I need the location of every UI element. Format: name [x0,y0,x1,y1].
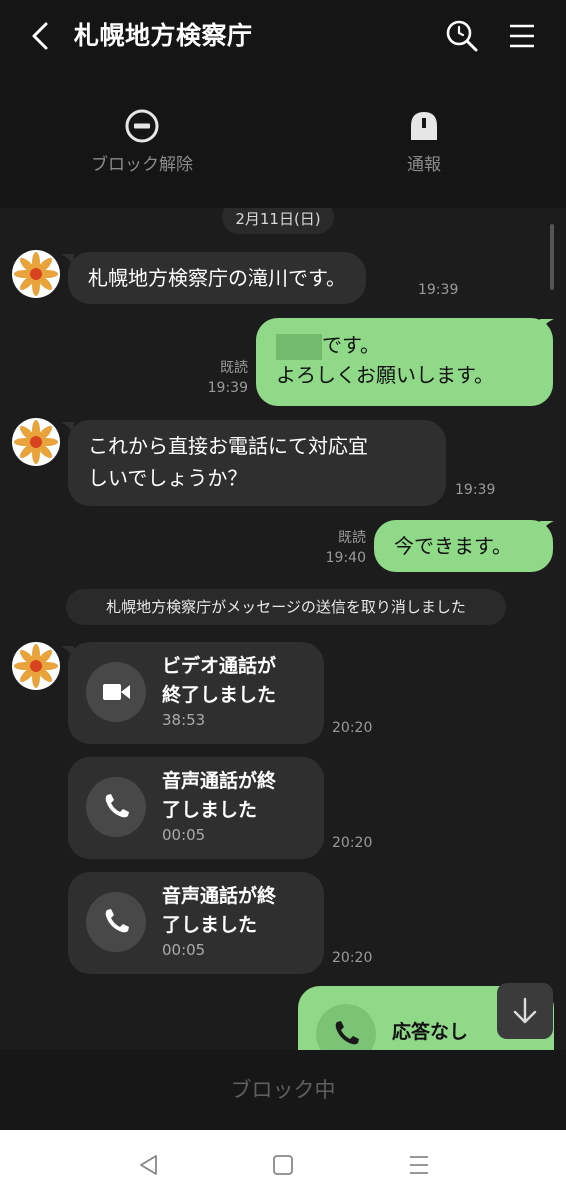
call-icon-circle [86,892,146,952]
bubble-tail [540,319,554,333]
date-separator: 2月11日(日) [222,208,334,234]
square-home-icon [273,1155,293,1175]
lines-recents-icon [410,1156,428,1174]
report-icon [411,112,437,140]
message-time: 19:39 [207,380,248,396]
call-title-line: 終了しました [162,684,277,706]
read-receipt: 既読 19:39 [198,358,248,398]
chat-header: 札幌地方検察庁 ブロック解除 通報 [0,0,566,208]
message-bubble-outgoing[interactable]: です。 よろしくお願いします。 [256,318,553,406]
search-icon [446,20,478,52]
unblock-label: ブロック解除 [91,155,193,175]
app-screen: 札幌地方検察庁 ブロック解除 通報 2月11日(日) 札幌地方検察庁の滝川です。… [0,0,566,1200]
call-title-line: 了しました [162,799,258,821]
message-line: です。 [276,330,533,360]
back-button[interactable] [26,18,58,54]
message-time: 20:20 [332,950,373,966]
nav-recents-button[interactable] [406,1152,432,1178]
message-time: 19:39 [418,282,459,298]
phone-icon [105,909,129,933]
message-time: 20:20 [332,835,373,851]
message-time: 19:40 [325,550,366,566]
unblock-button[interactable]: ブロック解除 [42,108,242,175]
message-bubble-incoming[interactable]: 札幌地方検察庁の滝川です。 [68,252,366,304]
message-text: しいでしょうか？ [88,466,248,490]
scroll-to-bottom-button[interactable] [497,983,553,1039]
avatar[interactable] [12,642,60,690]
search-button[interactable] [444,18,480,54]
chrysanthemum-avatar-icon [14,252,58,296]
call-record-card[interactable]: 音声通話が終 了しました 00:05 [68,872,324,974]
call-record-card[interactable]: 音声通話が終 了しました 00:05 [68,757,324,859]
phone-icon [335,1021,359,1045]
avatar[interactable] [12,418,60,466]
system-navigation-bar [0,1130,566,1200]
nav-home-button[interactable] [270,1152,296,1178]
call-duration: 38:53 [162,711,206,729]
chrysanthemum-avatar-icon [14,644,58,688]
unsent-notice: 札幌地方検察庁がメッセージの送信を取り消しました [66,589,506,625]
report-label: 通報 [407,155,441,175]
message-time: 20:20 [332,720,373,736]
phone-icon [105,794,129,818]
read-label: 既読 [338,530,366,546]
chat-title: 札幌地方検察庁 [74,21,253,50]
message-text: よろしくお願いします。 [276,363,494,387]
arrow-down-icon [513,997,537,1024]
unblock-icon [125,109,159,143]
report-button[interactable]: 通報 [324,108,524,175]
triangle-back-icon [140,1155,157,1175]
message-text: 今できます。 [394,534,512,558]
hamburger-menu-icon [510,24,534,48]
blocked-status-bar: ブロック中 [0,1050,566,1130]
video-icon [103,684,130,700]
message-text: です。 [322,333,380,357]
scrollbar[interactable] [550,224,554,290]
call-record-card[interactable]: ビデオ通話が 終了しました 38:53 [68,642,324,744]
message-bubble-incoming[interactable]: これから直接お電話にて対応宜 しいでしょうか？ [68,420,446,506]
call-title-line: 音声通話が終 [162,770,277,792]
chat-area[interactable]: 2月11日(日) 札幌地方検察庁の滝川です。 19:39 既読 19:39 です… [0,208,566,1050]
call-duration: 00:05 [162,826,206,844]
call-title: 音声通話が終 了しました [162,767,312,825]
call-icon-circle [86,662,146,722]
message-text: 札幌地方検察庁の滝川です。 [88,266,346,290]
redacted-name [276,333,322,360]
chevron-left-icon [32,22,48,50]
call-title: 音声通話が終 了しました [162,882,312,940]
call-title-line: 了しました [162,914,258,936]
call-icon-circle [86,777,146,837]
message-bubble-outgoing[interactable]: 今できます。 [374,520,553,572]
message-text: これから直接お電話にて対応宜 [88,434,368,458]
read-label: 既読 [220,360,248,376]
call-title-line: ビデオ通話が [162,655,277,677]
read-receipt: 既読 19:40 [318,528,366,568]
call-duration: 00:05 [162,941,206,959]
chrysanthemum-avatar-icon [14,420,58,464]
call-title-line: 音声通話が終 [162,885,277,907]
call-title: ビデオ通話が 終了しました [162,652,312,710]
menu-button[interactable] [506,20,538,52]
avatar[interactable] [12,250,60,298]
message-time: 19:39 [455,482,496,498]
nav-back-button[interactable] [136,1152,162,1178]
call-icon-circle [316,1004,376,1050]
bubble-tail [540,521,554,535]
